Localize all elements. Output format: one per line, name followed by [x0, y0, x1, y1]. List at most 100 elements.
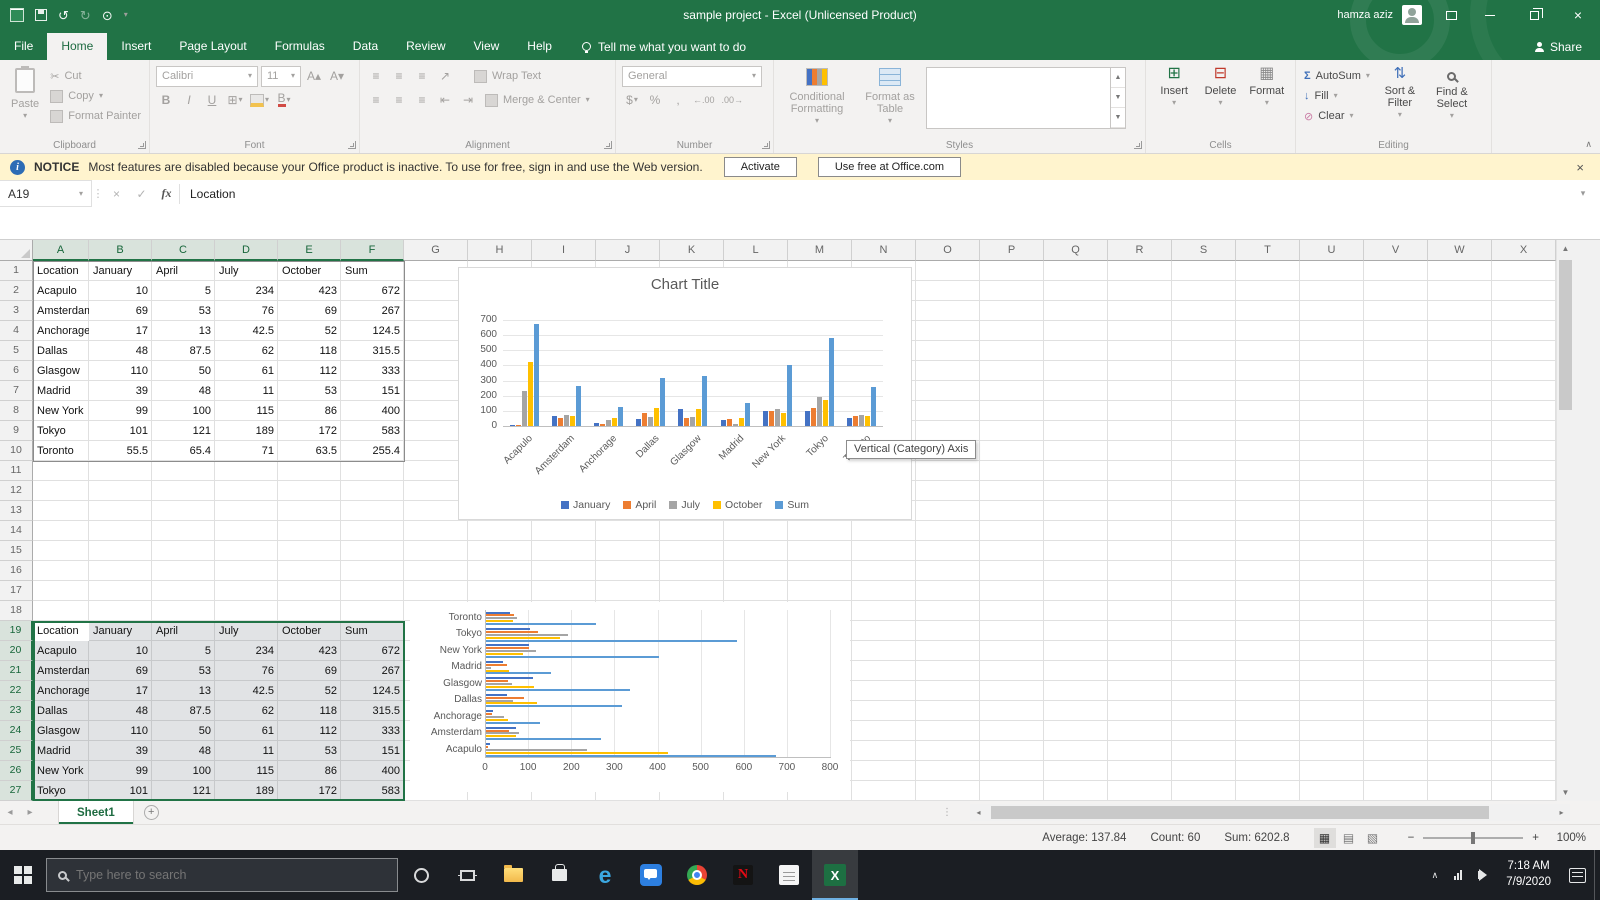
clear-button[interactable]: ⊘ Clear ▾	[1302, 106, 1372, 126]
column-header-S[interactable]: S	[1172, 240, 1236, 261]
cell-C4[interactable]: 13	[152, 321, 215, 341]
font-color-button[interactable]: B ▾	[274, 90, 294, 110]
cell-D1[interactable]: July	[215, 261, 278, 281]
cell-A24[interactable]: Glasgow	[33, 721, 89, 741]
align-center-button[interactable]: ≡	[389, 90, 409, 110]
column-header-O[interactable]: O	[916, 240, 980, 261]
store-button[interactable]	[536, 850, 582, 900]
hidden-icons-chevron[interactable]: ∧	[1424, 850, 1447, 900]
share-button[interactable]: Share	[1534, 33, 1582, 60]
cancel-entry-button[interactable]: ×	[104, 180, 129, 207]
cell-E21[interactable]: 69	[278, 661, 341, 681]
cell-F7[interactable]: 151	[341, 381, 404, 401]
formula-bar-splitter[interactable]: ⋮	[92, 187, 104, 200]
cell-F5[interactable]: 315.5	[341, 341, 404, 361]
cell-A3[interactable]: Amsterdam	[33, 301, 89, 321]
use-free-button[interactable]: Use free at Office.com	[818, 157, 961, 177]
cell-B7[interactable]: 39	[89, 381, 152, 401]
column-header-P[interactable]: P	[980, 240, 1044, 261]
column-header-C[interactable]: C	[152, 240, 215, 261]
cell-B25[interactable]: 39	[89, 741, 152, 761]
styles-dialog-launcher[interactable]	[1134, 141, 1142, 149]
cell-F8[interactable]: 400	[341, 401, 404, 421]
cell-D23[interactable]: 62	[215, 701, 278, 721]
cell-B2[interactable]: 10	[89, 281, 152, 301]
scroll-down-icon[interactable]: ▼	[1557, 784, 1574, 801]
cell-D25[interactable]: 11	[215, 741, 278, 761]
align-right-button[interactable]: ≡	[412, 90, 432, 110]
cell-C19[interactable]: April	[152, 621, 215, 641]
legend-april[interactable]: April	[623, 499, 656, 511]
align-bottom-button[interactable]: ≡	[412, 66, 432, 86]
column-header-E[interactable]: E	[278, 240, 341, 261]
action-center-button[interactable]	[1561, 850, 1594, 900]
fill-color-button[interactable]: ▾	[248, 90, 271, 110]
cell-D6[interactable]: 61	[215, 361, 278, 381]
cell-F2[interactable]: 672	[341, 281, 404, 301]
orientation-button[interactable]: ↗	[435, 66, 455, 86]
cell-grid[interactable]: Chart Title JanuaryAprilJulyOctoberSum 7…	[0, 240, 1556, 801]
increase-font-button[interactable]: A▴	[304, 66, 324, 86]
ribbon-display-options-button[interactable]	[1434, 0, 1468, 30]
cell-F1[interactable]: Sum	[341, 261, 404, 281]
cell-A4[interactable]: Anchorage	[33, 321, 89, 341]
column-header-L[interactable]: L	[724, 240, 788, 261]
cell-F24[interactable]: 333	[341, 721, 404, 741]
cell-E19[interactable]: October	[278, 621, 341, 641]
format-cells-button[interactable]: ▦ Format ▾	[1245, 64, 1289, 137]
column-chart[interactable]: Chart Title JanuaryAprilJulyOctoberSum 7…	[458, 267, 912, 520]
tab-data[interactable]: Data	[339, 33, 392, 60]
enter-entry-button[interactable]: ✓	[129, 180, 154, 207]
column-header-U[interactable]: U	[1300, 240, 1364, 261]
tab-formulas[interactable]: Formulas	[261, 33, 339, 60]
cell-E26[interactable]: 86	[278, 761, 341, 781]
font-family-select[interactable]: Calibri ▾	[156, 66, 258, 87]
row-header-18[interactable]: 18	[0, 601, 33, 621]
insert-function-button[interactable]: fx	[154, 180, 179, 207]
cell-F19[interactable]: Sum	[341, 621, 404, 641]
row-header-9[interactable]: 9	[0, 421, 33, 441]
cell-D8[interactable]: 115	[215, 401, 278, 421]
cell-B23[interactable]: 48	[89, 701, 152, 721]
cell-C3[interactable]: 53	[152, 301, 215, 321]
row-header-5[interactable]: 5	[0, 341, 33, 361]
search-input[interactable]	[76, 868, 386, 882]
cell-D7[interactable]: 11	[215, 381, 278, 401]
redo-button[interactable]: ↻	[80, 9, 91, 22]
cell-D3[interactable]: 76	[215, 301, 278, 321]
select-all-button[interactable]	[0, 240, 33, 261]
row-header-15[interactable]: 15	[0, 541, 33, 561]
bar-chart[interactable]: 0100200300400500600700800TorontoTokyoNew…	[410, 602, 850, 792]
row-header-16[interactable]: 16	[0, 561, 33, 581]
tab-file[interactable]: File	[0, 33, 47, 60]
find-select-button[interactable]: Find & Select ▾	[1428, 64, 1476, 137]
activate-button[interactable]: Activate	[724, 157, 797, 177]
row-header-7[interactable]: 7	[0, 381, 33, 401]
column-header-J[interactable]: J	[596, 240, 660, 261]
chat-app-button[interactable]	[628, 850, 674, 900]
cell-B6[interactable]: 110	[89, 361, 152, 381]
cell-D26[interactable]: 115	[215, 761, 278, 781]
cell-C9[interactable]: 121	[152, 421, 215, 441]
cell-E24[interactable]: 112	[278, 721, 341, 741]
cell-F3[interactable]: 267	[341, 301, 404, 321]
row-header-26[interactable]: 26	[0, 761, 33, 781]
vertical-scrollbar[interactable]: ▲ ▼	[1556, 240, 1573, 801]
cell-C10[interactable]: 65.4	[152, 441, 215, 461]
cell-E1[interactable]: October	[278, 261, 341, 281]
tab-home[interactable]: Home	[47, 33, 107, 60]
row-header-24[interactable]: 24	[0, 721, 33, 741]
column-header-T[interactable]: T	[1236, 240, 1300, 261]
cell-B5[interactable]: 48	[89, 341, 152, 361]
cell-D5[interactable]: 62	[215, 341, 278, 361]
cell-E20[interactable]: 423	[278, 641, 341, 661]
cell-A23[interactable]: Dallas	[33, 701, 89, 721]
row-header-19[interactable]: 19	[0, 621, 33, 641]
task-view-button[interactable]	[444, 850, 490, 900]
cell-F10[interactable]: 255.4	[341, 441, 404, 461]
cell-C25[interactable]: 48	[152, 741, 215, 761]
gallery-scroll-arrows[interactable]: ▲ ▼ ▼	[1110, 68, 1125, 128]
cell-E8[interactable]: 86	[278, 401, 341, 421]
cell-A2[interactable]: Acapulo	[33, 281, 89, 301]
fill-button[interactable]: ↓ Fill ▾	[1302, 86, 1372, 106]
